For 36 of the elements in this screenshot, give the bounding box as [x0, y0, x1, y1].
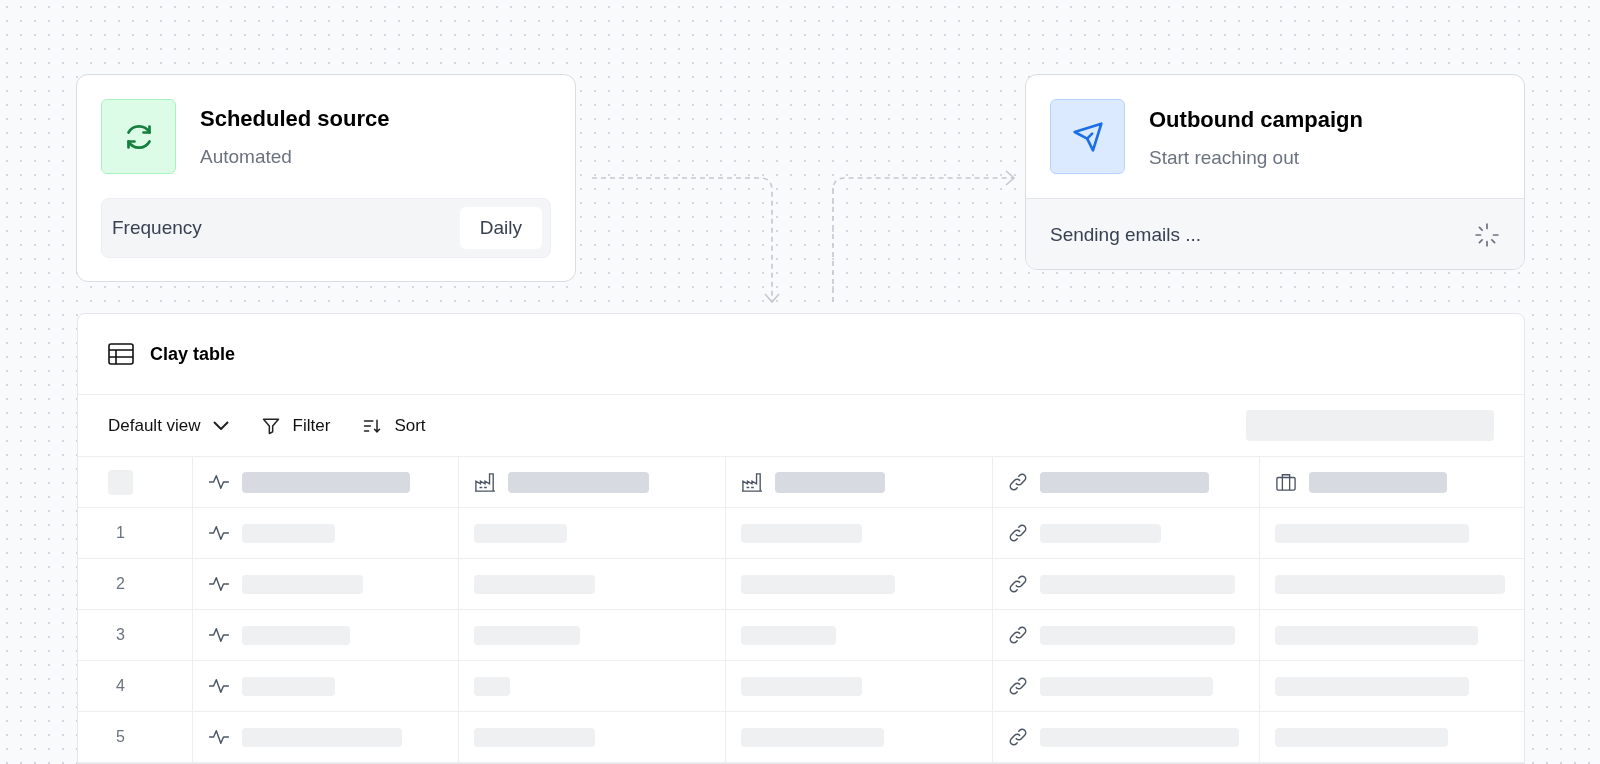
sync-icon — [101, 99, 176, 174]
pulse-icon — [208, 524, 230, 542]
factory-icon — [741, 472, 763, 492]
link-icon — [1008, 727, 1028, 747]
setting-label: Frequency — [112, 215, 202, 240]
chevron-down-icon — [212, 421, 229, 430]
link-icon — [1008, 625, 1028, 645]
pulse-icon — [208, 677, 230, 695]
card-subtitle: Automated — [200, 144, 293, 169]
link-icon — [1008, 472, 1028, 492]
view-dropdown[interactable]: Default view — [108, 412, 229, 439]
link-icon — [1008, 523, 1028, 543]
spinner-icon — [1474, 222, 1500, 248]
card-title: Scheduled source — [200, 104, 390, 133]
factory-icon — [474, 472, 496, 492]
row-number: 3 — [116, 625, 125, 645]
status-text: Sending emails ... — [1050, 222, 1202, 247]
briefcase-icon — [1275, 472, 1297, 492]
row-number: 5 — [116, 727, 125, 747]
row-number: 4 — [116, 676, 125, 696]
card-subtitle: Start reaching out — [1149, 146, 1300, 170]
row-number: 2 — [116, 574, 125, 594]
link-icon — [1008, 676, 1028, 696]
card-title: Outbound campaign — [1149, 106, 1363, 134]
sort-button[interactable]: Sort — [362, 412, 426, 439]
link-icon — [1008, 574, 1028, 594]
pulse-icon — [208, 575, 230, 593]
frequency-dropdown[interactable]: Daily — [459, 207, 542, 249]
table-title: Clay table — [150, 342, 236, 366]
table-icon — [108, 343, 134, 365]
pulse-icon — [208, 473, 230, 491]
filter-button[interactable]: Filter — [260, 412, 331, 439]
pulse-icon — [208, 728, 230, 746]
row-number: 1 — [116, 523, 125, 543]
pulse-icon — [208, 626, 230, 644]
paper-plane-icon — [1050, 99, 1125, 174]
